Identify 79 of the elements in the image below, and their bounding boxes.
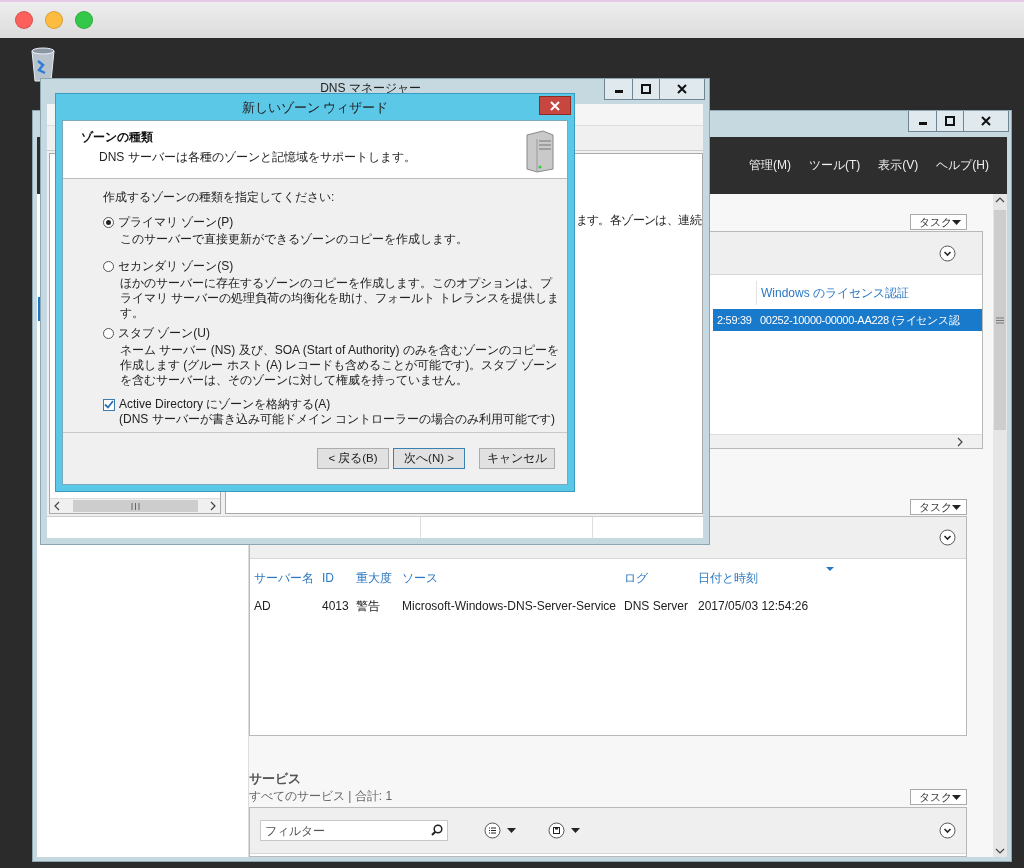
option-description: ネーム サーバー (NS) 及び、SOA (Start of Authority) のみを含むゾーンのコピーを作成します (グルー ホスト (A) レコードも含めることが可能です)。スタブ ゾーンを含むサーバーは、そのゾーンに対して権威を持っていません。 bbox=[120, 343, 559, 388]
tasks-dropdown[interactable]: タスク bbox=[910, 499, 967, 515]
server-icon bbox=[523, 129, 557, 173]
option-description: ほかのサーバーに存在するゾーンのコピーを作成します。このオプションは、プライマリ サーバーの処理負荷の均衡化を助け、フォールト トレランスを提供します。 bbox=[120, 276, 559, 321]
grip-icon bbox=[996, 316, 1004, 324]
expand-icon[interactable] bbox=[939, 822, 956, 839]
sort-icon bbox=[826, 567, 834, 571]
radio-option[interactable]: セカンダリ ゾーン(S) bbox=[103, 259, 559, 274]
column-header[interactable]: 重大度 bbox=[352, 567, 398, 589]
filter-field[interactable]: フィルター bbox=[260, 820, 448, 841]
close-button[interactable] bbox=[963, 111, 1008, 131]
column-header[interactable]: ソース bbox=[398, 567, 620, 589]
search-icon[interactable] bbox=[431, 824, 443, 836]
save-icon[interactable] bbox=[548, 822, 565, 839]
close-icon bbox=[981, 116, 991, 126]
wizard-button[interactable]: < 戻る(B) bbox=[317, 448, 389, 469]
minimize-button[interactable] bbox=[909, 111, 936, 131]
grip-icon bbox=[130, 502, 140, 510]
maximize-icon bbox=[641, 84, 651, 94]
menu-item[interactable]: 管理(M) bbox=[749, 157, 791, 174]
table-row[interactable]: AD 4013 警告 Microsoft-Windows-DNS-Server-Service DNS Server 2017/05/03 12:54:26 bbox=[250, 595, 966, 617]
tasks-dropdown[interactable]: タスク bbox=[910, 214, 967, 230]
section-title: サービス bbox=[249, 770, 302, 788]
table-cell-text: DNS Server bbox=[623, 599, 689, 613]
radio-option[interactable]: プライマリ ゾーン(P) bbox=[103, 215, 559, 230]
dialog-title: 新しいゾーン ウィザード bbox=[240, 99, 390, 117]
maximize-button[interactable] bbox=[936, 111, 963, 131]
pane-text: ます。各ゾーンは、連続 bbox=[575, 212, 701, 229]
checkbox-option[interactable]: Active Directory にゾーンを格納する(A) bbox=[103, 397, 559, 412]
maximize-button[interactable] bbox=[632, 79, 659, 99]
column-header[interactable]: サーバー名 bbox=[250, 567, 318, 589]
tasks-dropdown[interactable]: タスク bbox=[910, 789, 967, 805]
page-description: DNS サーバーは各種のゾーンと記憶域をサポートします。 bbox=[99, 149, 416, 166]
column-header[interactable]: ID bbox=[318, 567, 352, 589]
scroll-left-icon[interactable] bbox=[53, 501, 61, 511]
close-window-button[interactable] bbox=[15, 11, 33, 29]
menu-item[interactable]: ヘルプ(H) bbox=[936, 157, 989, 174]
table-cell-text: Microsoft-Windows-DNS-Server-Service bbox=[401, 599, 618, 613]
page-heading: ゾーンの種類 bbox=[81, 129, 154, 146]
table-cell-text: 警告 bbox=[355, 597, 381, 615]
recycle-bin-icon[interactable] bbox=[30, 46, 56, 82]
scroll-right-icon[interactable] bbox=[956, 436, 964, 447]
vertical-scrollbar[interactable] bbox=[993, 194, 1007, 857]
window-title: DNS マネージャー bbox=[319, 80, 422, 97]
prompt-text: 作成するゾーンの種類を指定してください: bbox=[103, 189, 336, 206]
wizard-button[interactable]: 次へ(N) > bbox=[393, 448, 465, 469]
horizontal-scrollbar[interactable] bbox=[50, 498, 220, 513]
check-icon bbox=[104, 400, 114, 409]
maximize-icon bbox=[945, 116, 955, 126]
close-icon bbox=[550, 100, 560, 111]
caret-icon bbox=[507, 828, 516, 833]
menu-item[interactable]: ツール(T) bbox=[809, 157, 861, 174]
option-description: このサーバーで直接更新ができるゾーンのコピーを作成します。 bbox=[120, 232, 469, 247]
column-header[interactable]: ログ bbox=[620, 567, 694, 589]
scroll-right-icon[interactable] bbox=[209, 501, 217, 511]
close-button[interactable] bbox=[539, 96, 571, 115]
section-subtitle: すべてのサービス | 合計: 1 bbox=[249, 788, 393, 805]
column-header[interactable]: 日付と時刻 bbox=[694, 567, 966, 589]
close-icon bbox=[677, 84, 687, 94]
expand-icon[interactable] bbox=[939, 244, 956, 262]
expand-icon[interactable] bbox=[939, 529, 956, 546]
radio-option[interactable]: スタブ ゾーン(U) bbox=[103, 326, 559, 341]
caret-icon bbox=[952, 794, 961, 800]
table-cell-text: 4013 bbox=[321, 599, 350, 613]
list-icon[interactable] bbox=[484, 822, 501, 839]
caret-icon bbox=[571, 828, 580, 833]
table-row[interactable]: 2:59:39 00252-10000-00000-AA228 (ライセンス認 bbox=[713, 309, 982, 331]
option-note: (DNS サーバーが書き込み可能ドメイン コントローラーの場合のみ利用可能です) bbox=[119, 412, 556, 427]
table-cell-text: 2:59:39 bbox=[716, 314, 753, 326]
table-cell-text: AD bbox=[253, 599, 272, 613]
menu-item[interactable]: 表示(V) bbox=[878, 157, 919, 174]
caret-icon bbox=[952, 504, 961, 510]
table-cell-text: 2017/05/03 12:54:26 bbox=[697, 599, 810, 613]
wizard-button[interactable]: キャンセル bbox=[479, 448, 555, 469]
close-button[interactable] bbox=[659, 79, 704, 99]
minimize-button[interactable] bbox=[605, 79, 632, 99]
caret-icon bbox=[952, 219, 961, 225]
column-header[interactable]: Windows のライセンス認証 bbox=[756, 281, 982, 305]
table-cell-text: 00252-10000-00000-AA228 (ライセンス認 bbox=[759, 312, 961, 328]
